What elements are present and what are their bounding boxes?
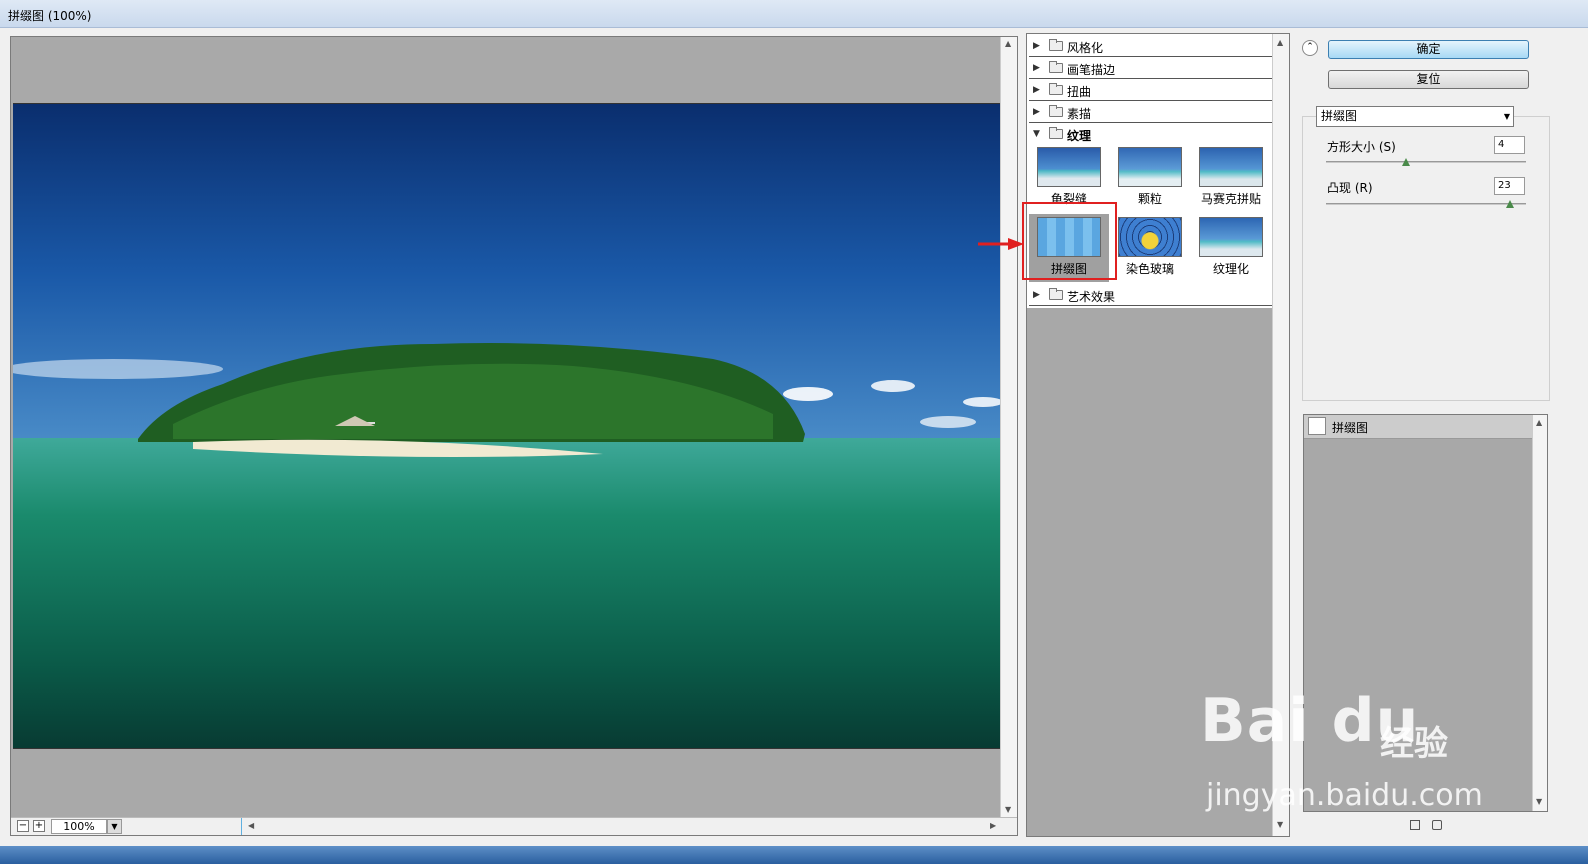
grain-thumb-icon <box>1118 147 1182 187</box>
scroll-down-icon[interactable]: ▼ <box>1005 805 1011 814</box>
reset-button[interactable]: 复位 <box>1328 70 1529 89</box>
relief-slider[interactable] <box>1326 200 1526 208</box>
texturizer-thumb-icon <box>1199 217 1263 257</box>
expand-arrow-icon[interactable]: ▶ <box>1033 41 1040 51</box>
ok-button[interactable]: 确定 <box>1328 40 1529 59</box>
title-bar: 拼缀图 (100%) <box>0 0 1588 28</box>
parameters-panel <box>1302 116 1550 401</box>
category-label: 风格化 <box>1067 41 1104 55</box>
folder-icon <box>1049 39 1063 51</box>
expand-arrow-icon[interactable]: ▶ <box>1033 85 1040 95</box>
category-label: 纹理 <box>1067 129 1092 143</box>
category-texture[interactable]: ▼ 纹理 <box>1029 124 1273 145</box>
category-label: 素描 <box>1067 107 1092 121</box>
collapse-icon[interactable]: ⌃ <box>1302 40 1318 56</box>
zoom-dropdown-icon[interactable]: ▼ <box>107 819 122 834</box>
slider-knob[interactable] <box>1506 200 1514 208</box>
delete-effect-layer-icon[interactable] <box>1432 820 1442 830</box>
folder-icon <box>1049 105 1063 117</box>
square-size-field[interactable]: 4 <box>1494 136 1525 154</box>
preview-pane[interactable]: ▲ ▼ − + 100% ▼ ◀ ▶ <box>10 36 1018 836</box>
filter-grain[interactable]: 颗粒 <box>1110 144 1190 212</box>
relief-label: 凸现 (R) <box>1327 181 1373 195</box>
category-stylize[interactable]: ▶ 风格化 <box>1029 36 1273 57</box>
scroll-down-icon[interactable]: ▼ <box>1536 797 1542 806</box>
layers-scrollbar[interactable]: ▲ ▼ <box>1532 415 1547 811</box>
visibility-toggle-icon[interactable] <box>1308 417 1326 435</box>
filter-stained-glass[interactable]: 染色玻璃 <box>1110 214 1190 282</box>
craquelure-thumb-icon <box>1037 147 1101 187</box>
filter-label: 颗粒 <box>1137 192 1162 206</box>
filter-mosaic-tiles[interactable]: 马赛克拼贴 <box>1191 144 1271 212</box>
preview-image <box>13 103 1001 749</box>
expand-arrow-icon[interactable]: ▶ <box>1033 107 1040 117</box>
mosaic-tiles-thumb-icon <box>1199 147 1263 187</box>
effect-layer-label: 拼缀图 <box>1332 421 1369 435</box>
collapse-arrow-icon[interactable]: ▼ <box>1033 129 1040 139</box>
chevron-down-icon: ▼ <box>1503 112 1510 121</box>
watermark-url: jingyan.baidu.com <box>1206 778 1483 813</box>
taskbar-strip <box>0 846 1588 864</box>
category-distort[interactable]: ▶ 扭曲 <box>1029 80 1273 101</box>
stained-glass-thumb-icon <box>1118 217 1182 257</box>
pointer-arrow-icon <box>978 238 1024 250</box>
zoom-bar: − + 100% ▼ ◀ ▶ <box>11 817 1017 835</box>
category-artistic[interactable]: ▶ 艺术效果 <box>1029 285 1273 306</box>
folder-icon <box>1049 288 1063 300</box>
folder-open-icon <box>1049 127 1063 139</box>
square-size-slider[interactable] <box>1326 158 1526 166</box>
scroll-up-icon[interactable]: ▲ <box>1005 39 1011 48</box>
zoom-level-field[interactable]: 100% <box>51 819 107 834</box>
effect-layer-row[interactable]: 拼缀图 <box>1304 415 1532 439</box>
slider-knob[interactable] <box>1402 158 1410 166</box>
category-sketch[interactable]: ▶ 素描 <box>1029 102 1273 123</box>
relief-field[interactable]: 23 <box>1494 177 1525 195</box>
expand-arrow-icon[interactable]: ▶ <box>1033 63 1040 73</box>
scroll-down-icon[interactable]: ▼ <box>1277 820 1283 829</box>
folder-icon <box>1049 83 1063 95</box>
filter-label: 纹理化 <box>1212 262 1249 276</box>
filter-select-value: 拼缀图 <box>1321 109 1358 123</box>
scroll-right-icon[interactable]: ▶ <box>990 821 996 830</box>
watermark: Bai du 经验 jingyan.baidu.com <box>1200 680 1500 820</box>
square-size-label: 方形大小 (S) <box>1327 140 1396 154</box>
filter-texturizer[interactable]: 纹理化 <box>1191 214 1271 282</box>
preview-vertical-scrollbar[interactable]: ▲ ▼ <box>1000 37 1017 817</box>
scroll-up-icon[interactable]: ▲ <box>1277 38 1283 47</box>
highlight-box <box>1022 202 1117 280</box>
filter-label: 马赛克拼贴 <box>1200 192 1261 206</box>
new-effect-layer-icon[interactable] <box>1410 820 1420 830</box>
category-label: 扭曲 <box>1067 85 1092 99</box>
category-brush-strokes[interactable]: ▶ 画笔描边 <box>1029 58 1273 79</box>
scroll-left-icon[interactable]: ◀ <box>248 821 254 830</box>
filter-select[interactable]: 拼缀图 ▼ <box>1316 106 1514 127</box>
zoom-in-button[interactable]: + <box>33 820 45 832</box>
watermark-text: 经验 <box>1380 724 1448 764</box>
expand-arrow-icon[interactable]: ▶ <box>1033 290 1040 300</box>
scroll-up-icon[interactable]: ▲ <box>1536 418 1542 427</box>
folder-icon <box>1049 61 1063 73</box>
filter-label: 染色玻璃 <box>1125 262 1174 276</box>
category-label: 画笔描边 <box>1067 63 1116 77</box>
category-label: 艺术效果 <box>1067 290 1116 304</box>
preview-horizontal-scrollbar[interactable]: ◀ ▶ <box>241 818 1001 835</box>
window-title: 拼缀图 (100%) <box>8 9 92 23</box>
zoom-out-button[interactable]: − <box>17 820 29 832</box>
